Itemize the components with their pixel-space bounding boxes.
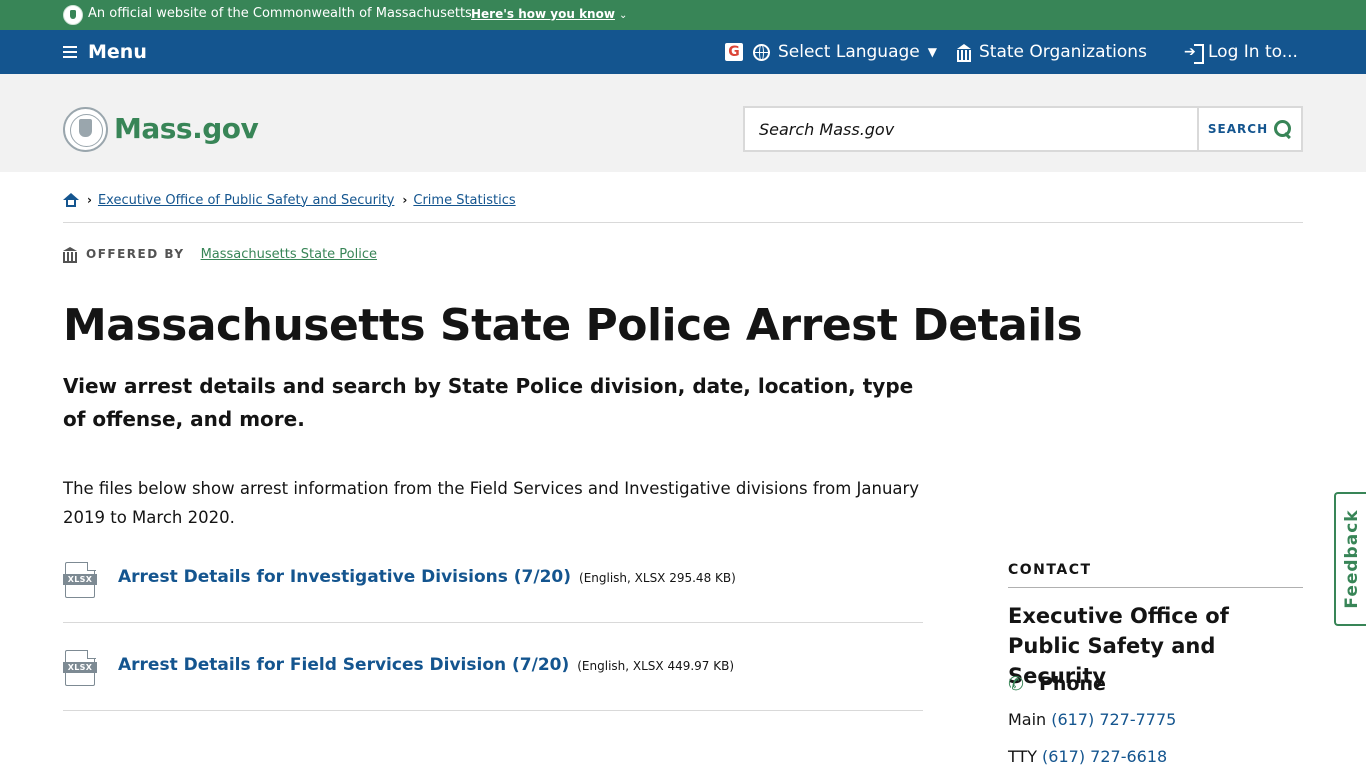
google-translate-icon: G bbox=[725, 43, 743, 61]
chevron-right-icon: › bbox=[87, 193, 92, 207]
download-meta: (English, XLSX 449.97 KB) bbox=[577, 659, 735, 673]
download-link[interactable]: Arrest Details for Field Services Divisi… bbox=[118, 653, 569, 677]
page-body-text: The files below show arrest information … bbox=[63, 479, 920, 527]
page-title: Massachusetts State Police Arrest Detail… bbox=[63, 300, 1083, 351]
building-icon bbox=[956, 44, 972, 62]
menu-button[interactable]: Menu bbox=[63, 41, 147, 63]
state-organizations-button[interactable]: State Organizations bbox=[956, 41, 1147, 63]
heres-how-you-know-link[interactable]: Here's how you know ⌄ bbox=[471, 7, 627, 23]
phone-label: Phone bbox=[1039, 673, 1106, 695]
phone-type: Main bbox=[1008, 710, 1047, 729]
state-seal-icon bbox=[63, 5, 83, 25]
login-button[interactable]: Log In to... bbox=[1184, 41, 1298, 64]
phone-number-link[interactable]: (617) 727-7775 bbox=[1051, 710, 1176, 729]
phone-heading: ✆ Phone bbox=[1008, 673, 1106, 695]
select-language-label: Select Language bbox=[778, 42, 920, 62]
breadcrumb: › Executive Office of Public Safety and … bbox=[63, 190, 516, 210]
login-icon bbox=[1184, 41, 1204, 64]
offered-by-org-link[interactable]: Massachusetts State Police bbox=[201, 247, 377, 262]
search-input[interactable] bbox=[745, 108, 1197, 150]
xlsx-file-icon: XLSX bbox=[63, 561, 97, 598]
divider bbox=[63, 222, 1303, 223]
divider bbox=[1008, 587, 1303, 588]
state-organizations-label: State Organizations bbox=[979, 42, 1147, 62]
menu-label: Menu bbox=[88, 41, 147, 63]
breadcrumb-link-crime-statistics[interactable]: Crime Statistics bbox=[413, 193, 515, 208]
search-button-label: SEARCH bbox=[1207, 122, 1269, 136]
xlsx-file-icon: XLSX bbox=[63, 649, 97, 686]
feedback-tab[interactable]: Feedback bbox=[1334, 492, 1366, 626]
download-meta: (English, XLSX 295.48 KB) bbox=[579, 571, 736, 585]
breadcrumb-link-eopss[interactable]: Executive Office of Public Safety and Se… bbox=[98, 193, 394, 208]
contact-heading: CONTACT bbox=[1008, 562, 1092, 578]
official-banner: An official website of the Commonwealth … bbox=[0, 0, 1366, 30]
site-logo-text[interactable]: Mass.gov bbox=[114, 112, 259, 146]
utility-nav: Menu G Select Language ▼ State Organizat… bbox=[0, 30, 1366, 74]
phone-type: TTY bbox=[1008, 747, 1038, 766]
offered-by: OFFERED BY Massachusetts State Police bbox=[63, 244, 377, 264]
select-language-button[interactable]: G Select Language ▼ bbox=[725, 41, 937, 63]
caret-down-icon: ▼ bbox=[927, 45, 937, 59]
search-button[interactable]: SEARCH bbox=[1197, 108, 1301, 150]
phone-main: Main (617) 727-7775 bbox=[1008, 709, 1176, 731]
official-banner-text: An official website of the Commonwealth … bbox=[88, 6, 472, 21]
offered-by-label: OFFERED BY bbox=[86, 247, 185, 261]
page-lede: View arrest details and search by State … bbox=[63, 374, 914, 431]
building-icon bbox=[63, 247, 77, 263]
feedback-label: Feedback bbox=[1342, 509, 1362, 609]
chevron-down-icon: ⌄ bbox=[618, 10, 628, 21]
chevron-right-icon: › bbox=[402, 193, 408, 207]
home-icon[interactable] bbox=[63, 193, 79, 207]
mass-seal-logo-icon[interactable] bbox=[63, 107, 108, 152]
search-form: SEARCH bbox=[743, 106, 1303, 152]
phone-number-link[interactable]: (617) 727-6618 bbox=[1042, 747, 1167, 766]
login-label: Log In to... bbox=[1208, 42, 1298, 62]
hamburger-icon bbox=[63, 46, 77, 58]
phone-icon: ✆ bbox=[1008, 673, 1024, 695]
site-header: Mass.gov SEARCH bbox=[0, 74, 1366, 172]
download-link[interactable]: Arrest Details for Investigative Divisio… bbox=[118, 565, 571, 589]
phone-tty: TTY (617) 727-6618 bbox=[1008, 746, 1167, 768]
search-icon bbox=[1274, 120, 1292, 138]
download-item: XLSX Arrest Details for Field Services D… bbox=[63, 624, 923, 711]
globe-icon bbox=[753, 43, 770, 61]
download-item: XLSX Arrest Details for Investigative Di… bbox=[63, 536, 923, 623]
